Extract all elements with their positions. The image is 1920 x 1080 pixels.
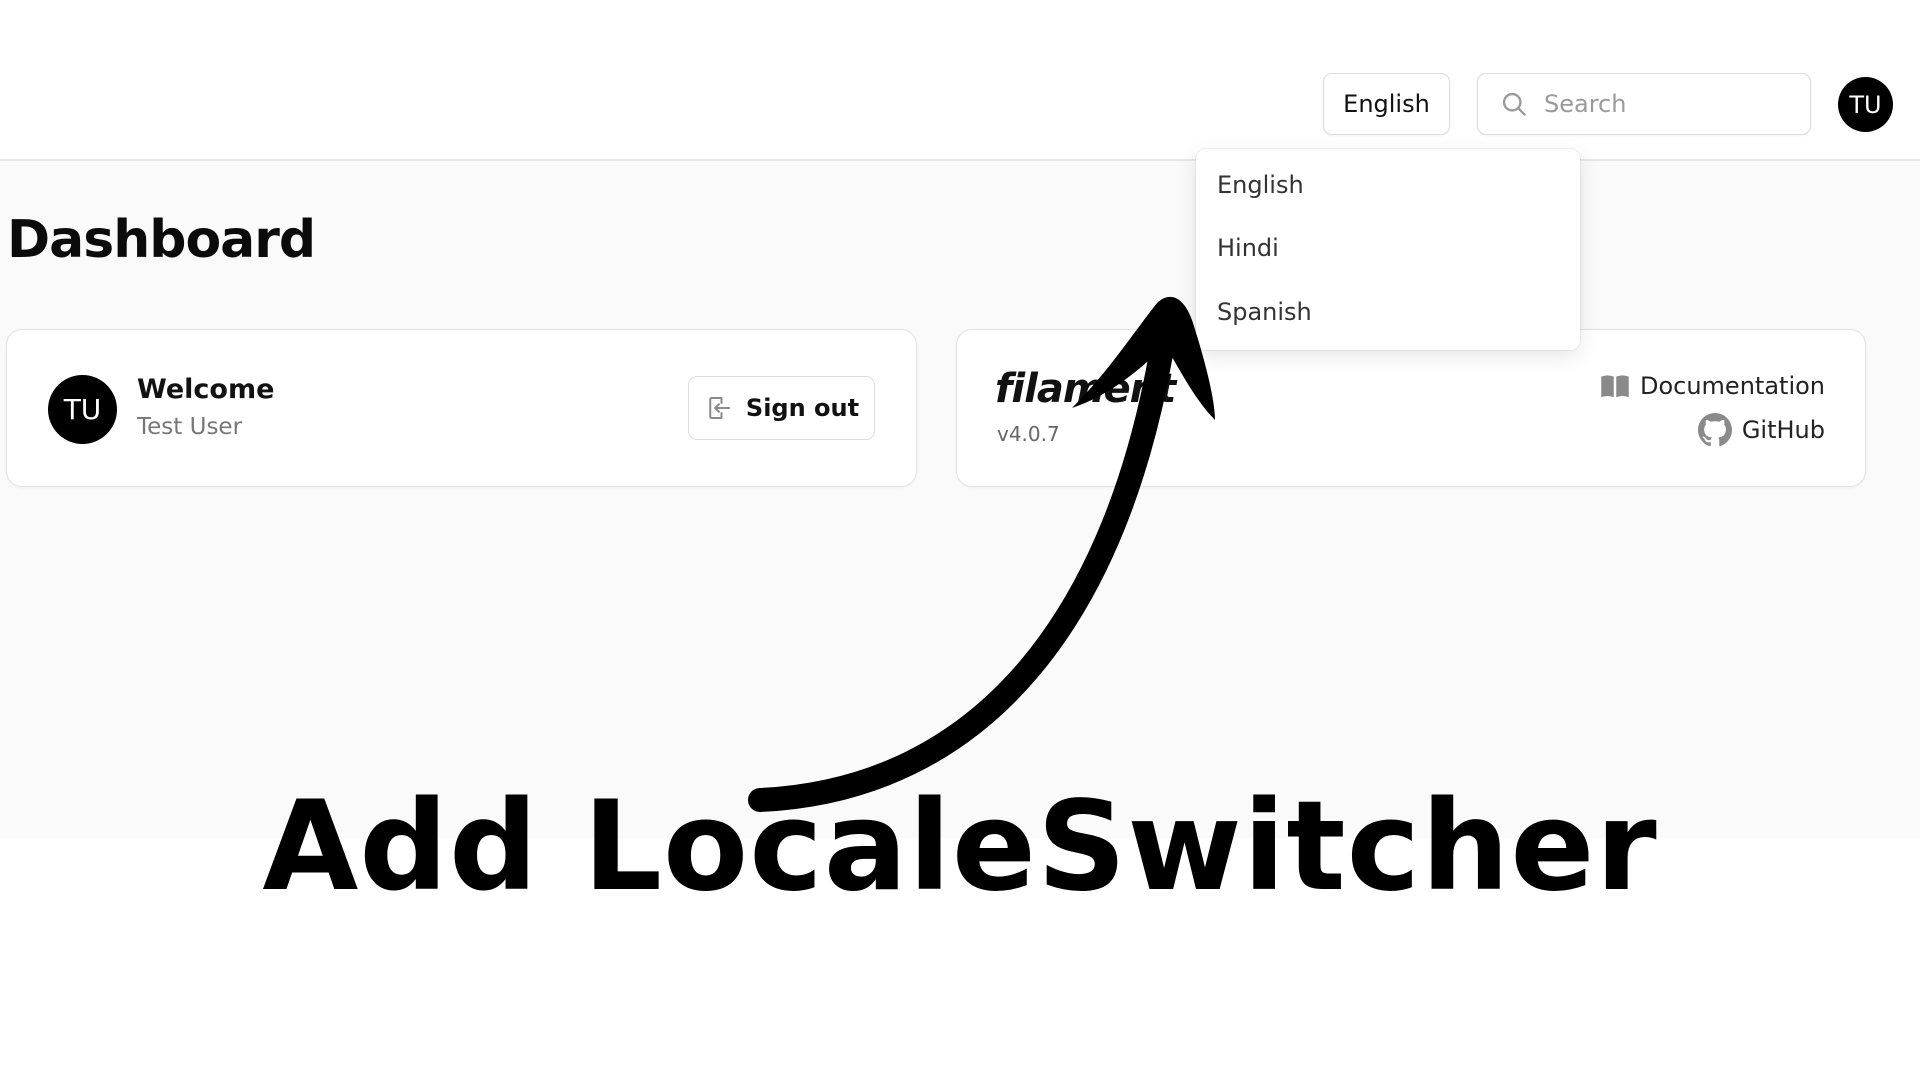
github-link[interactable]: GitHub bbox=[1697, 413, 1825, 447]
overlay-headline: Add LocaleSwitcher bbox=[262, 775, 1658, 919]
book-open-icon bbox=[1601, 375, 1629, 398]
github-icon bbox=[1697, 413, 1732, 447]
welcome-user-name: Test User bbox=[137, 414, 243, 440]
account-avatar: TU bbox=[48, 375, 117, 444]
filament-version: v4.0.7 bbox=[997, 422, 1060, 446]
github-label: GitHub bbox=[1741, 416, 1825, 444]
topbar: English TU bbox=[0, 0, 1920, 161]
search-box[interactable] bbox=[1477, 73, 1811, 135]
documentation-label: Documentation bbox=[1639, 372, 1825, 400]
filament-logo[interactable]: filament bbox=[995, 366, 1176, 412]
sign-out-label: Sign out bbox=[745, 394, 860, 422]
locale-switcher-label: English bbox=[1343, 90, 1430, 118]
user-avatar[interactable]: TU bbox=[1838, 77, 1893, 132]
search-icon bbox=[1502, 92, 1526, 116]
locale-option-english[interactable]: English bbox=[1217, 165, 1304, 205]
locale-option-hindi[interactable]: Hindi bbox=[1217, 228, 1279, 268]
locale-switcher-button[interactable]: English bbox=[1323, 73, 1450, 135]
account-avatar-initials: TU bbox=[63, 393, 102, 426]
sign-out-button[interactable]: Sign out bbox=[688, 376, 875, 440]
documentation-link[interactable]: Documentation bbox=[1600, 372, 1825, 400]
sign-out-icon bbox=[709, 397, 730, 419]
welcome-title: Welcome bbox=[137, 374, 275, 405]
filament-info-widget: filament v4.0.7 Documentation GitHub bbox=[956, 329, 1866, 487]
locale-option-spanish[interactable]: Spanish bbox=[1217, 292, 1312, 332]
locale-dropdown: English Hindi Spanish bbox=[1196, 149, 1580, 350]
search-input[interactable] bbox=[1542, 89, 1786, 119]
account-widget: TU Welcome Test User Sign out bbox=[6, 329, 917, 487]
page-title: Dashboard bbox=[7, 210, 316, 270]
user-avatar-initials: TU bbox=[1849, 90, 1882, 119]
